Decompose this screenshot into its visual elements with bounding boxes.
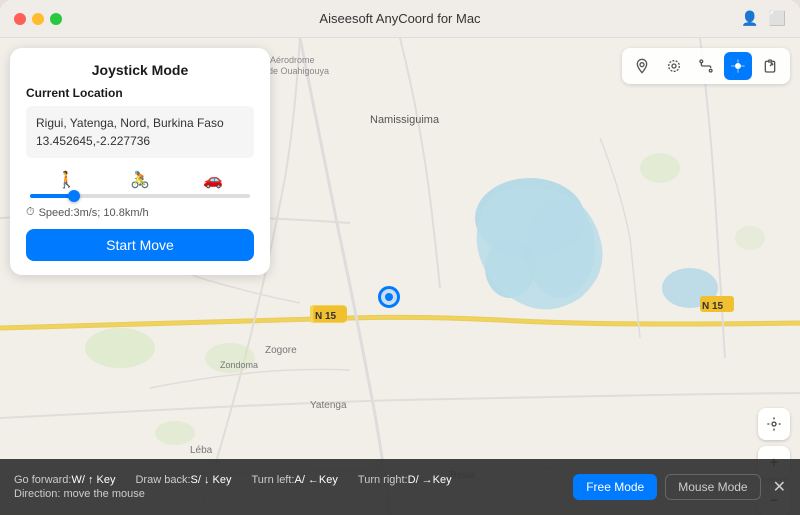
speed-slider-container[interactable] — [26, 194, 254, 198]
bike-icon[interactable]: 🚴 — [130, 170, 150, 190]
titlebar: Aiseesoft AnyCoord for Mac 👤 ⬜ — [0, 0, 800, 38]
location-marker — [378, 286, 400, 308]
minimize-button[interactable] — [32, 13, 44, 25]
slider-thumb — [68, 190, 80, 202]
svg-text:de Ouahigouya: de Ouahigouya — [268, 66, 329, 76]
hint-direction: Direction: move the mouse — [14, 488, 145, 500]
svg-text:Aérodrome: Aérodrome — [270, 55, 315, 65]
slider-track — [30, 194, 250, 198]
hint-forward-key: W/ ↑ Key — [71, 474, 115, 486]
user-icon[interactable]: 👤 — [741, 10, 758, 27]
location-marker-center — [385, 293, 393, 301]
hint-right: Turn right:D/ →Key — [358, 474, 452, 486]
panel-title: Joystick Mode — [26, 62, 254, 78]
location-line2: 13.452645,-2.227736 — [36, 132, 244, 150]
map-toolbar — [622, 48, 790, 84]
svg-text:Namissiguima: Namissiguima — [370, 114, 440, 126]
location-line1: Rigui, Yatenga, Nord, Burkina Faso — [36, 114, 244, 132]
hint-row-1: Go forward:W/ ↑ Key Draw back:S/ ↓ Key T… — [14, 474, 573, 486]
hint-back: Draw back:S/ ↓ Key — [135, 474, 231, 486]
speed-value: Speed:3m/s; 10.8km/h — [39, 207, 149, 219]
mouse-mode-button[interactable]: Mouse Mode — [665, 474, 760, 500]
close-button[interactable] — [14, 13, 26, 25]
location-display: Rigui, Yatenga, Nord, Burkina Faso 13.45… — [26, 106, 254, 158]
svg-text:Zogore: Zogore — [265, 345, 297, 356]
speed-icon: ⏱ — [26, 206, 35, 219]
window-icon[interactable]: ⬜ — [769, 10, 786, 27]
hint-left-key: A/ ←Key — [294, 474, 337, 486]
svg-text:Zondoma: Zondoma — [220, 360, 258, 370]
route-button[interactable] — [692, 52, 720, 80]
bottom-bar: Go forward:W/ ↑ Key Draw back:S/ ↓ Key T… — [0, 459, 800, 515]
keyboard-hints: Go forward:W/ ↑ Key Draw back:S/ ↓ Key T… — [14, 474, 573, 500]
bottom-mode-buttons: Free Mode Mouse Mode ✕ — [573, 474, 786, 500]
car-icon[interactable]: 🚗 — [203, 170, 223, 190]
maximize-button[interactable] — [50, 13, 62, 25]
main-content: Namissiguima Zogore Zondoma Léba Yatenga… — [0, 38, 800, 515]
svg-text:N 15: N 15 — [315, 311, 337, 322]
transport-mode-icons: 🚶 🚴 🚗 — [26, 170, 254, 190]
location-pin-button[interactable] — [628, 52, 656, 80]
close-bottom-bar-button[interactable]: ✕ — [773, 477, 786, 497]
hint-row-2: Direction: move the mouse — [14, 488, 573, 500]
svg-text:Léba: Léba — [190, 445, 213, 456]
traffic-lights — [14, 13, 62, 25]
app-title: Aiseesoft AnyCoord for Mac — [319, 11, 480, 26]
hint-forward: Go forward:W/ ↑ Key — [14, 474, 115, 486]
titlebar-icons: 👤 ⬜ — [741, 10, 786, 27]
svg-text:Yatenga: Yatenga — [310, 400, 347, 411]
walk-icon[interactable]: 🚶 — [57, 170, 77, 190]
locate-button[interactable] — [758, 408, 790, 440]
free-mode-button[interactable]: Free Mode — [573, 474, 657, 500]
joystick-button[interactable] — [724, 52, 752, 80]
hint-back-key: S/ ↓ Key — [191, 474, 232, 486]
waypoint-button[interactable] — [660, 52, 688, 80]
export-button[interactable] — [756, 52, 784, 80]
panel-subtitle: Current Location — [26, 86, 254, 100]
hint-right-key: D/ →Key — [408, 474, 452, 486]
start-move-button[interactable]: Start Move — [26, 229, 254, 261]
speed-display: ⏱ Speed:3m/s; 10.8km/h — [26, 206, 254, 219]
joystick-panel: Joystick Mode Current Location Rigui, Ya… — [10, 48, 270, 275]
svg-text:N 15: N 15 — [702, 301, 724, 312]
hint-left: Turn left:A/ ←Key — [251, 474, 337, 486]
